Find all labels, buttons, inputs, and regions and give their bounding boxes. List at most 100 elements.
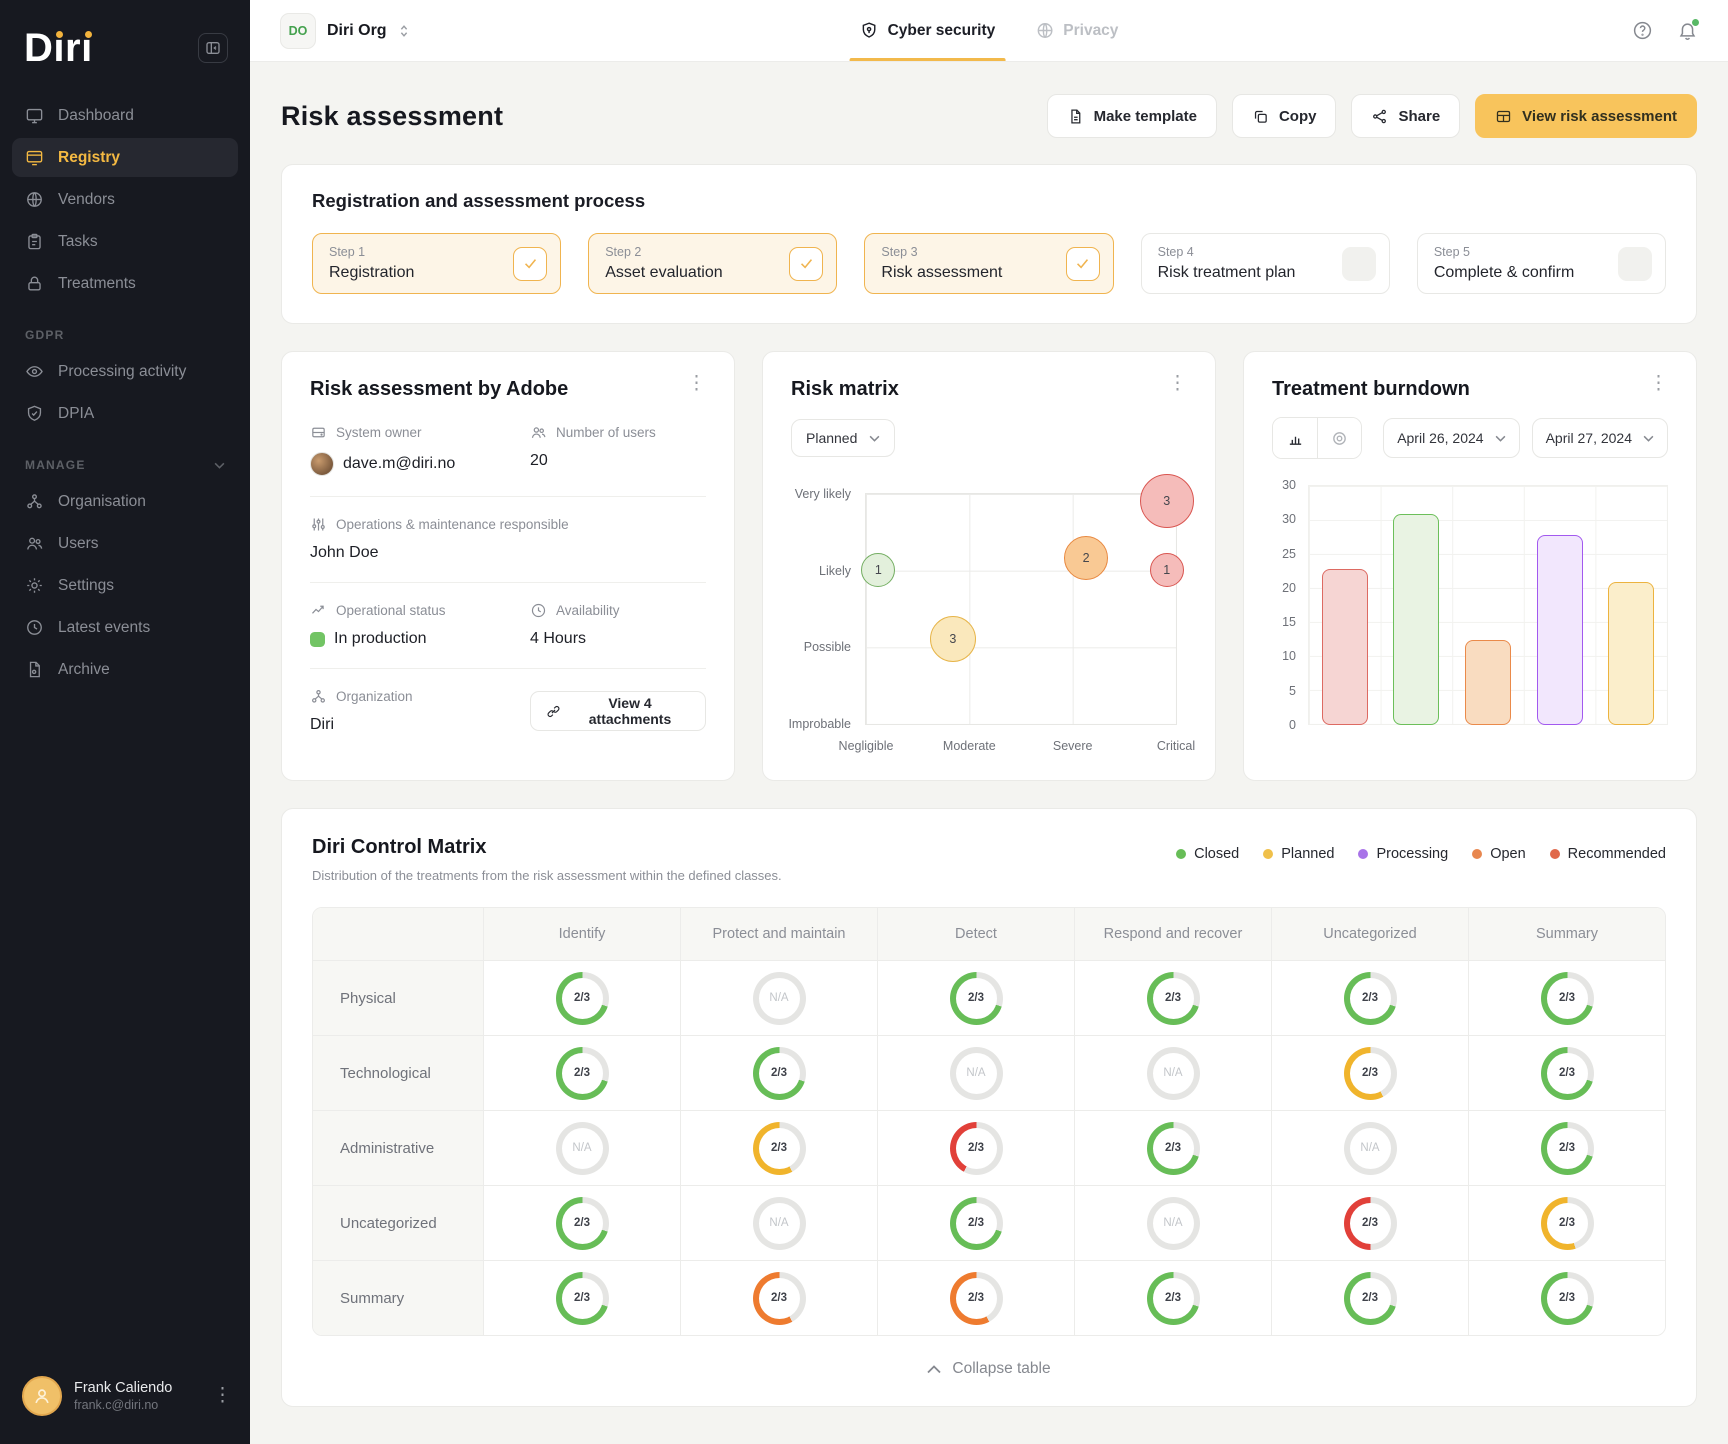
view-attachments-button[interactable]: View 4 attachments xyxy=(530,691,706,731)
sidebar-item-processing-activity[interactable]: Processing activity xyxy=(12,352,238,391)
progress-donut[interactable]: 2/3 xyxy=(1541,1197,1594,1250)
donut-value: 2/3 xyxy=(1153,978,1194,1019)
step-checkbox-checked[interactable] xyxy=(789,247,823,281)
progress-donut[interactable]: 2/3 xyxy=(556,972,609,1025)
sidebar-item-organisation[interactable]: Organisation xyxy=(12,482,238,521)
sidebar-item-label: DPIA xyxy=(58,405,94,423)
progress-donut[interactable]: 2/3 xyxy=(1541,1272,1594,1325)
progress-donut[interactable]: 2/3 xyxy=(1147,1122,1200,1175)
progress-donut[interactable]: 2/3 xyxy=(1541,1047,1594,1100)
share-icon xyxy=(1371,108,1388,125)
progress-donut[interactable]: 2/3 xyxy=(556,1197,609,1250)
tab-privacy[interactable]: Privacy xyxy=(1035,0,1118,61)
collapse-table-button[interactable]: Collapse table xyxy=(312,1336,1666,1402)
matrix-cell: N/A xyxy=(1074,1185,1271,1260)
make-template-button[interactable]: Make template xyxy=(1047,94,1217,138)
sidebar-item-archive[interactable]: Archive xyxy=(12,650,238,689)
sidebar-item-label: Archive xyxy=(58,661,110,679)
sidebar-collapse-button[interactable] xyxy=(198,33,228,63)
donut-value: N/A xyxy=(1153,1053,1194,1094)
server-icon xyxy=(310,424,327,441)
step-registration[interactable]: Step 1Registration xyxy=(312,233,561,294)
progress-donut[interactable]: 2/3 xyxy=(753,1122,806,1175)
donut-value: 2/3 xyxy=(562,1278,603,1319)
donut-chart-toggle-button[interactable] xyxy=(1317,418,1361,458)
progress-donut[interactable]: 2/3 xyxy=(1344,972,1397,1025)
sidebar-user[interactable]: Frank Caliendo frank.c@diri.no ⋮ xyxy=(0,1356,250,1444)
notification-dot xyxy=(1691,18,1700,27)
risk-bubble[interactable]: 1 xyxy=(861,553,895,587)
bar-chart-toggle-button[interactable] xyxy=(1273,418,1317,458)
risk-bubble[interactable]: 3 xyxy=(930,616,976,662)
sidebar-item-dashboard[interactable]: Dashboard xyxy=(12,96,238,135)
card-menu-kebab-icon[interactable]: ⋮ xyxy=(1649,378,1668,389)
chart-type-toggle xyxy=(1272,417,1362,459)
progress-donut[interactable]: N/A xyxy=(950,1047,1003,1100)
sidebar-item-vendors[interactable]: Vendors xyxy=(12,180,238,219)
user-menu-kebab-icon[interactable]: ⋮ xyxy=(213,1390,232,1401)
progress-donut[interactable]: 2/3 xyxy=(950,1272,1003,1325)
matrix-cell: 2/3 xyxy=(877,1260,1074,1335)
progress-donut[interactable]: 2/3 xyxy=(1344,1272,1397,1325)
step-asset-evaluation[interactable]: Step 2Asset evaluation xyxy=(588,233,837,294)
eye-icon xyxy=(25,362,44,381)
org-switcher[interactable]: DO Diri Org xyxy=(280,13,410,49)
date-to-select[interactable]: April 27, 2024 xyxy=(1532,418,1668,458)
share-button[interactable]: Share xyxy=(1351,94,1460,138)
step-risk-assessment[interactable]: Step 3Risk assessment xyxy=(864,233,1113,294)
card-menu-kebab-icon[interactable]: ⋮ xyxy=(687,378,706,389)
sidebar-item-latest-events[interactable]: Latest events xyxy=(12,608,238,647)
progress-donut[interactable]: 2/3 xyxy=(950,972,1003,1025)
risk-bubble[interactable]: 2 xyxy=(1064,536,1108,580)
progress-donut[interactable]: N/A xyxy=(1147,1047,1200,1100)
progress-donut[interactable]: 2/3 xyxy=(753,1047,806,1100)
progress-donut[interactable]: 2/3 xyxy=(556,1272,609,1325)
risk-bubble[interactable]: 1 xyxy=(1150,553,1184,587)
card-menu-kebab-icon[interactable]: ⋮ xyxy=(1168,378,1187,389)
progress-donut[interactable]: 2/3 xyxy=(1147,1272,1200,1325)
copy-button[interactable]: Copy xyxy=(1232,94,1337,138)
matrix-cell: N/A xyxy=(680,960,877,1035)
panel-collapse-icon xyxy=(205,40,221,56)
progress-donut[interactable]: 2/3 xyxy=(753,1272,806,1325)
progress-donut[interactable]: 2/3 xyxy=(950,1122,1003,1175)
progress-donut[interactable]: N/A xyxy=(753,972,806,1025)
step-checkbox-checked[interactable] xyxy=(513,247,547,281)
progress-donut[interactable]: N/A xyxy=(1147,1197,1200,1250)
risk-bubble[interactable]: 3 xyxy=(1140,474,1194,528)
progress-donut[interactable]: N/A xyxy=(753,1197,806,1250)
sidebar-item-settings[interactable]: Settings xyxy=(12,566,238,605)
step-checkbox-unchecked[interactable] xyxy=(1342,247,1376,281)
progress-donut[interactable]: 2/3 xyxy=(1541,972,1594,1025)
sidebar-item-label: Tasks xyxy=(58,233,98,251)
sidebar-section-manage[interactable]: MANAGE xyxy=(0,436,250,482)
date-from-select[interactable]: April 26, 2024 xyxy=(1383,418,1519,458)
sidebar-item-registry[interactable]: Registry xyxy=(12,138,238,177)
topbar: DO Diri Org Cyber security Privacy xyxy=(250,0,1728,62)
notifications-bell-icon[interactable] xyxy=(1677,20,1698,41)
view-risk-assessment-button[interactable]: View risk assessment xyxy=(1475,94,1697,138)
progress-donut[interactable]: 2/3 xyxy=(1344,1047,1397,1100)
step-checkbox-checked[interactable] xyxy=(1066,247,1100,281)
help-icon[interactable] xyxy=(1632,20,1653,41)
progress-donut[interactable]: 2/3 xyxy=(556,1047,609,1100)
progress-donut[interactable]: 2/3 xyxy=(950,1197,1003,1250)
progress-donut[interactable]: 2/3 xyxy=(1344,1197,1397,1250)
step-risk-treatment-plan[interactable]: Step 4Risk treatment plan xyxy=(1141,233,1390,294)
step-complete-confirm[interactable]: Step 5Complete & confirm xyxy=(1417,233,1666,294)
matrix-cell: 2/3 xyxy=(1074,960,1271,1035)
sidebar-item-treatments[interactable]: Treatments xyxy=(12,264,238,303)
progress-donut[interactable]: 2/3 xyxy=(1541,1122,1594,1175)
progress-donut[interactable]: N/A xyxy=(1344,1122,1397,1175)
progress-donut[interactable]: N/A xyxy=(556,1122,609,1175)
risk-matrix-filter-select[interactable]: Planned xyxy=(791,419,895,457)
sidebar-item-dpia[interactable]: DPIA xyxy=(12,394,238,433)
step-checkbox-unchecked[interactable] xyxy=(1618,247,1652,281)
matrix-cell: N/A xyxy=(877,1035,1074,1110)
burndown-tick-label: 30 xyxy=(1282,478,1296,492)
sidebar-item-users[interactable]: Users xyxy=(12,524,238,563)
tab-cyber-security[interactable]: Cyber security xyxy=(860,0,996,61)
sliders-icon xyxy=(310,516,327,533)
sidebar-item-tasks[interactable]: Tasks xyxy=(12,222,238,261)
progress-donut[interactable]: 2/3 xyxy=(1147,972,1200,1025)
